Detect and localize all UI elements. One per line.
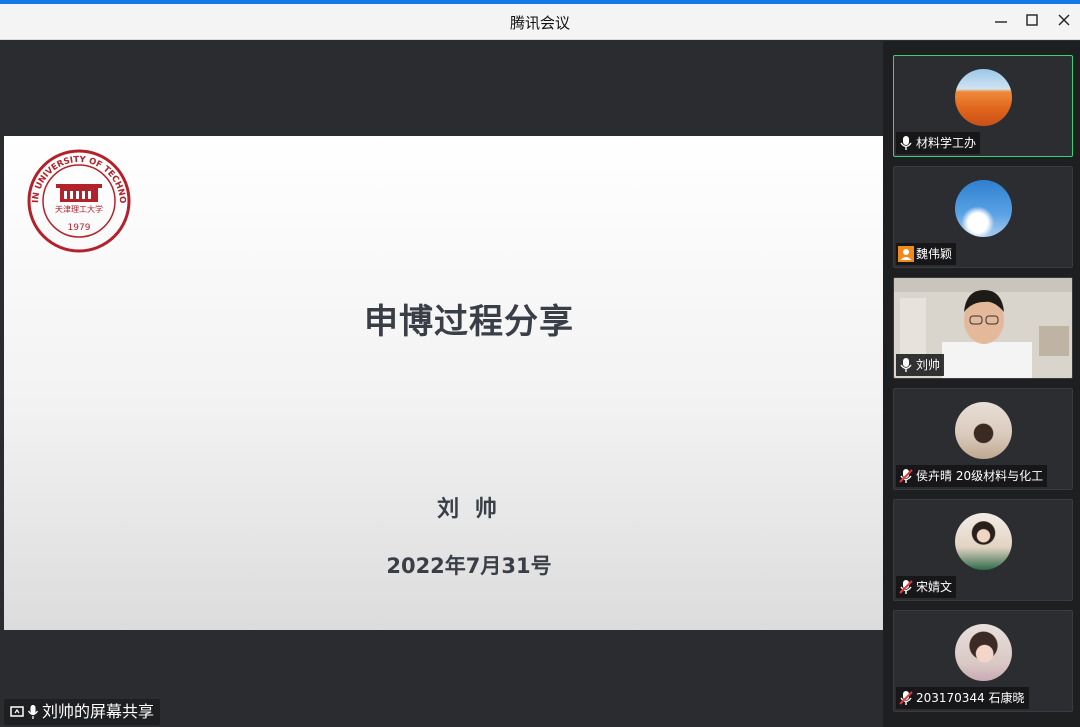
participant-tile-video[interactable]: 刘帅 (893, 277, 1073, 379)
minimize-button[interactable] (989, 10, 1013, 34)
participant-name: 刘帅 (916, 358, 941, 372)
participant-name-bar: 203170344 石康晓 (896, 687, 1029, 709)
participant-avatar (955, 402, 1012, 459)
participant-tile[interactable]: 材料学工办 (893, 55, 1073, 157)
participant-name: 材料学工办 (916, 136, 977, 150)
participant-name-bar: 材料学工办 (896, 132, 981, 154)
participant-tile[interactable]: 魏伟颖 (893, 166, 1073, 268)
title-bar: 腾讯会议 (0, 4, 1080, 40)
meeting-window: 腾讯会议 TIANJIN UNIVERSITY OF TECHNOLOGY 天津… (0, 0, 1080, 727)
participant-name: 侯卉晴 20级材料与化工 (916, 469, 1044, 483)
participant-name-bar: 侯卉晴 20级材料与化工 (896, 465, 1048, 487)
participant-avatar (955, 513, 1012, 570)
maximize-icon (1026, 14, 1038, 26)
screen-share-stage[interactable]: TIANJIN UNIVERSITY OF TECHNOLOGY 天津理工大学 … (4, 41, 883, 727)
svg-text:天津理工大学: 天津理工大学 (55, 204, 103, 214)
screen-share-icon (10, 706, 24, 717)
minimize-icon (995, 21, 1007, 23)
presentation-slide: TIANJIN UNIVERSITY OF TECHNOLOGY 天津理工大学 … (4, 136, 883, 630)
window-title: 腾讯会议 (509, 14, 570, 32)
slide-title: 申博过程分享 (364, 302, 574, 342)
participant-tile[interactable]: 203170344 石康晓 (893, 610, 1073, 712)
participant-name: 魏伟颖 (916, 247, 953, 261)
participant-name-bar: 魏伟颖 (896, 243, 957, 265)
slide-presenter: 刘 帅 (437, 497, 501, 522)
participant-avatar (955, 624, 1012, 681)
maximize-button[interactable] (1020, 10, 1044, 34)
participant-name: 203170344 石康晓 (916, 691, 1025, 705)
microphone-muted-icon (899, 691, 913, 705)
screen-share-label: 刘帅的屏幕共享 (4, 699, 161, 725)
participants-sidebar: 材料学工办 魏伟颖 刘帅 侯卉晴 20级材料与化工 宋婧文 203170344 … (883, 41, 1080, 727)
participant-avatar (955, 180, 1012, 237)
microphone-muted-icon (899, 469, 913, 483)
screen-share-text: 刘帅的屏幕共享 (42, 702, 155, 721)
user-no-audio-icon (898, 246, 914, 262)
close-icon (1058, 14, 1070, 26)
microphone-icon (900, 136, 912, 150)
participant-name: 宋婧文 (916, 580, 953, 594)
participant-name-bar: 宋婧文 (896, 576, 957, 598)
participant-tile[interactable]: 侯卉晴 20级材料与化工 (893, 388, 1073, 490)
microphone-icon (27, 705, 39, 719)
participant-avatar (955, 69, 1012, 126)
participant-tile[interactable]: 宋婧文 (893, 499, 1073, 601)
slide-date: 2022年7月31号 (386, 554, 552, 578)
microphone-muted-icon (899, 580, 913, 594)
svg-text:1979: 1979 (68, 223, 91, 233)
participant-name-bar: 刘帅 (896, 354, 945, 376)
close-button[interactable] (1052, 10, 1076, 34)
university-logo: TIANJIN UNIVERSITY OF TECHNOLOGY 天津理工大学 … (26, 148, 131, 253)
microphone-icon (900, 358, 912, 372)
